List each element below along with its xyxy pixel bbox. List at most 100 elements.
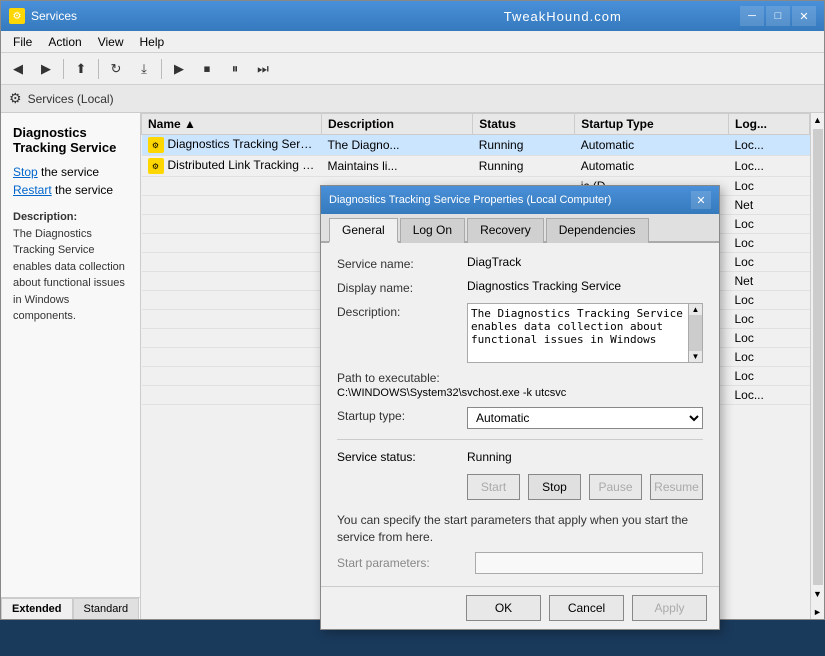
display-name-label: Display name: xyxy=(337,279,467,295)
restart-text: the service xyxy=(55,183,113,197)
tab-general[interactable]: General xyxy=(329,218,398,243)
table-row[interactable]: ⚙Distributed Link Tracking Cl... Maintai… xyxy=(142,156,810,177)
desc-field-label: Description: xyxy=(337,303,467,319)
restart-link[interactable]: Restart xyxy=(13,183,52,197)
apply-button[interactable]: Apply xyxy=(632,595,707,621)
tab-standard[interactable]: Standard xyxy=(73,598,140,619)
table-row[interactable]: ⚙Diagnostics Tracking Service The Diagno… xyxy=(142,135,810,156)
play-button[interactable]: ▶ xyxy=(166,56,192,82)
display-name-row: Display name: Diagnostics Tracking Servi… xyxy=(337,279,703,295)
service-info-panel: Diagnostics Tracking Service Stop the se… xyxy=(1,113,140,337)
back-button[interactable]: ◀ xyxy=(5,56,31,82)
brand-text: TweakHound.com xyxy=(386,9,741,24)
maximize-button[interactable]: □ xyxy=(766,6,790,26)
startup-type-row: Startup type: Automatic Automatic (Delay… xyxy=(337,407,703,429)
col-logon[interactable]: Log... xyxy=(728,114,809,135)
scrollbar-right[interactable]: ▲ ▼ ► xyxy=(810,113,824,619)
description-value: The Diagnostics Tracking Service enables… xyxy=(13,228,125,323)
service-control-buttons: Start Stop Pause Resume xyxy=(337,474,703,500)
toolbar-separator-3 xyxy=(161,59,162,79)
cancel-button[interactable]: Cancel xyxy=(549,595,624,621)
stop-button[interactable]: ⏹ xyxy=(194,56,220,82)
start-params-label: Start parameters: xyxy=(337,556,467,570)
menu-bar: File Action View Help xyxy=(1,31,824,53)
col-status[interactable]: Status xyxy=(473,114,575,135)
dialog-title: Diagnostics Tracking Service Properties … xyxy=(329,194,691,206)
service-description: Description: The Diagnostics Tracking Se… xyxy=(13,209,128,325)
pause-service-button[interactable]: Pause xyxy=(589,474,642,500)
row-icon: ⚙ xyxy=(148,137,164,153)
up-button[interactable]: ⬆ xyxy=(68,56,94,82)
dialog-title-bar: Diagnostics Tracking Service Properties … xyxy=(321,186,719,214)
stop-service-link: Stop the service xyxy=(13,165,128,179)
refresh-button[interactable]: ↻ xyxy=(103,56,129,82)
minimize-button[interactable]: ─ xyxy=(740,6,764,26)
address-icon: ⚙ xyxy=(9,90,22,107)
description-textarea[interactable]: The Diagnostics Tracking Service enables… xyxy=(467,303,689,363)
tab-extended[interactable]: Extended xyxy=(1,598,73,619)
pause-button[interactable]: ⏸ xyxy=(222,56,248,82)
service-status-row: Service status: Running xyxy=(337,450,703,464)
stop-service-button[interactable]: Stop xyxy=(528,474,581,500)
col-name[interactable]: Name ▲ xyxy=(142,114,322,135)
forward-button[interactable]: ▶ xyxy=(33,56,59,82)
path-value: C:\WINDOWS\System32\svchost.exe -k utcsv… xyxy=(337,387,703,399)
desc-scroll-down[interactable]: ▼ xyxy=(689,351,702,362)
row-icon: ⚙ xyxy=(148,158,164,174)
start-params-input[interactable] xyxy=(475,552,703,574)
scroll-down-arrow[interactable]: ▼ xyxy=(811,587,824,601)
properties-dialog: Diagnostics Tracking Service Properties … xyxy=(320,185,720,630)
ok-button[interactable]: OK xyxy=(466,595,541,621)
menu-action[interactable]: Action xyxy=(40,33,89,51)
toolbar-separator-1 xyxy=(63,59,64,79)
export-button[interactable]: ⤓ xyxy=(131,56,157,82)
service-status-value: Running xyxy=(467,450,512,464)
description-label: Description: xyxy=(13,211,77,223)
stop-text: the service xyxy=(41,165,99,179)
scroll-right-arrow[interactable]: ► xyxy=(811,605,824,619)
resume-service-button[interactable]: Resume xyxy=(650,474,703,500)
tab-recovery[interactable]: Recovery xyxy=(467,218,544,243)
toolbar-separator-2 xyxy=(98,59,99,79)
dialog-content: Service name: DiagTrack Display name: Di… xyxy=(321,243,719,586)
bottom-tabs: Extended Standard xyxy=(1,597,140,619)
address-bar: ⚙ Services (Local) xyxy=(1,85,824,113)
restart-service-link: Restart the service xyxy=(13,183,128,197)
left-panel: Diagnostics Tracking Service Stop the se… xyxy=(1,113,141,619)
window-title: Services xyxy=(31,9,386,23)
path-label: Path to executable: xyxy=(337,371,703,385)
service-name-value: DiagTrack xyxy=(467,255,521,269)
menu-file[interactable]: File xyxy=(5,33,40,51)
col-description[interactable]: Description xyxy=(321,114,472,135)
path-row: Path to executable: C:\WINDOWS\System32\… xyxy=(337,371,703,399)
startup-type-label: Startup type: xyxy=(337,407,467,423)
start-params-row: Start parameters: xyxy=(337,552,703,574)
divider xyxy=(337,439,703,440)
menu-help[interactable]: Help xyxy=(132,33,173,51)
scroll-up-arrow[interactable]: ▲ xyxy=(811,113,824,127)
desc-field-wrapper: The Diagnostics Tracking Service enables… xyxy=(467,303,703,363)
close-button[interactable]: ✕ xyxy=(792,6,816,26)
dialog-tabs: General Log On Recovery Dependencies xyxy=(321,214,719,243)
restart-button[interactable]: ⏭ xyxy=(250,56,276,82)
start-params-text: You can specify the start parameters tha… xyxy=(337,512,703,546)
start-service-button[interactable]: Start xyxy=(467,474,520,500)
service-name-row: Service name: DiagTrack xyxy=(337,255,703,271)
description-row: Description: The Diagnostics Tracking Se… xyxy=(337,303,703,363)
display-name-value: Diagnostics Tracking Service xyxy=(467,279,621,293)
startup-type-select[interactable]: Automatic Automatic (Delayed Start) Manu… xyxy=(467,407,703,429)
desc-scroll-up[interactable]: ▲ xyxy=(689,304,702,315)
col-startup[interactable]: Startup Type xyxy=(575,114,729,135)
dialog-close-button[interactable]: ✕ xyxy=(691,191,711,209)
menu-view[interactable]: View xyxy=(90,33,132,51)
title-bar: ⚙ Services TweakHound.com ─ □ ✕ xyxy=(1,1,824,31)
address-label: Services (Local) xyxy=(28,92,114,106)
service-panel-title: Diagnostics Tracking Service xyxy=(13,125,128,155)
toolbar: ◀ ▶ ⬆ ↻ ⤓ ▶ ⏹ ⏸ ⏭ xyxy=(1,53,824,85)
service-status-label: Service status: xyxy=(337,450,467,464)
window-controls: ─ □ ✕ xyxy=(740,6,816,26)
tab-dependencies[interactable]: Dependencies xyxy=(546,218,649,243)
tab-logon[interactable]: Log On xyxy=(400,218,465,243)
service-name-label: Service name: xyxy=(337,255,467,271)
stop-link[interactable]: Stop xyxy=(13,165,38,179)
